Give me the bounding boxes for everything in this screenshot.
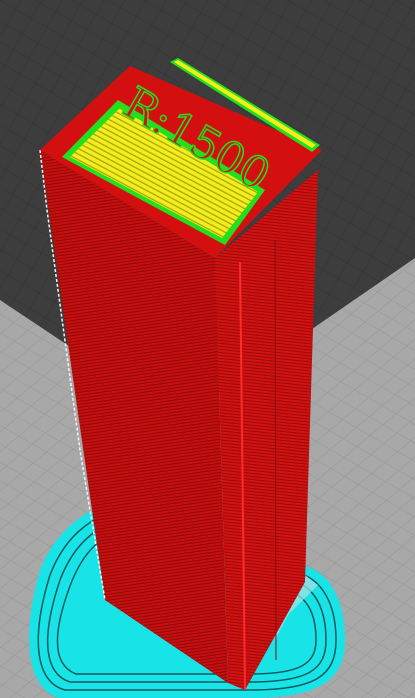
scene: R:1500: [0, 0, 415, 698]
3d-preview-viewport[interactable]: R:1500: [0, 0, 415, 698]
